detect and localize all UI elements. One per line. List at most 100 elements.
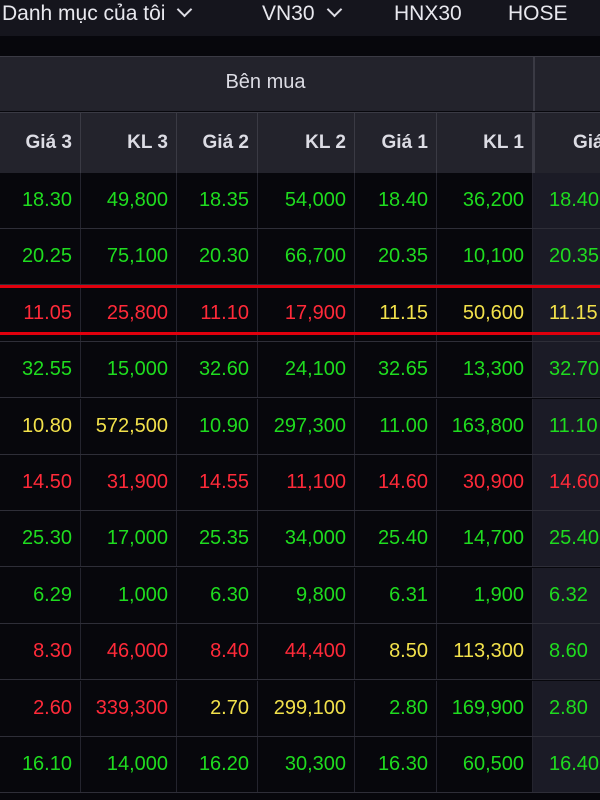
table-row[interactable]: 16.10 14,000 16.20 30,300 16.30 60,500 16.40 [0,737,600,793]
nav-hnx30[interactable]: HNX30 [394,0,462,30]
table-row[interactable]: 25.30 17,000 25.35 34,000 25.40 14,700 25.40 [0,511,600,567]
price-1-cell: 8.50 [355,624,437,679]
price-board-screen: Danh mục của tôi VN30 HNX30 HOSE Bên mua… [0,0,600,800]
volume-3-cell: 49,800 [81,173,177,228]
price-3-cell: 11.05 [0,286,81,341]
table-row[interactable]: 2.60 339,300 2.70 299,100 2.80 169,900 2.80 [0,681,600,737]
price-3-cell: 20.25 [0,229,81,284]
price-3-cell: 2.60 [0,681,81,736]
price-1-cell: 11.15 [355,286,437,341]
price-3-cell: 18.30 [0,173,81,228]
price-next-cell: 6.32 [533,568,600,623]
nav-hose-label: HOSE [508,2,568,25]
volume-1-cell: 113,300 [437,624,533,679]
volume-3-cell: 25,800 [81,286,177,341]
price-next-cell: 25.40 [533,511,600,566]
price-next-cell: 18.40 [533,173,600,228]
price-next-cell: 20.35 [533,229,600,284]
price-2-cell: 25.35 [177,511,258,566]
price-next-cell: 32.70 [533,342,600,397]
volume-3-cell: 75,100 [81,229,177,284]
price-3-cell: 6.29 [0,568,81,623]
volume-2-cell: 34,000 [258,511,355,566]
table-row[interactable]: 18.30 49,800 18.35 54,000 18.40 36,200 18.40 [0,173,600,229]
col-header-price-2[interactable]: Giá 2 [177,113,258,173]
volume-1-cell: 14,700 [437,511,533,566]
price-next-cell: 8.60 [533,624,600,679]
price-next-cell: 11.10 [533,399,600,454]
volume-3-cell: 17,000 [81,511,177,566]
volume-2-cell: 54,000 [258,173,355,228]
col-header-price-1[interactable]: Giá 1 [355,113,437,173]
table-row[interactable]: 14.50 31,900 14.55 11,100 14.60 30,900 14.60 [0,455,600,511]
volume-2-cell: 299,100 [258,681,355,736]
volume-1-cell: 50,600 [437,286,533,341]
volume-3-cell: 46,000 [81,624,177,679]
volume-3-cell: 339,300 [81,681,177,736]
price-2-cell: 20.30 [177,229,258,284]
price-next-cell: 14.60 [533,455,600,510]
price-1-cell: 20.35 [355,229,437,284]
table-row[interactable]: 10.80 572,500 10.90 297,300 11.00 163,800 11.1… [0,399,600,455]
col-header-volume-1[interactable]: KL 1 [437,113,533,173]
volume-2-cell: 17,900 [258,286,355,341]
next-column-group [533,57,600,111]
price-1-cell: 14.60 [355,455,437,510]
price-1-cell: 25.40 [355,511,437,566]
col-header-price-next[interactable]: Giá [533,113,600,173]
price-1-cell: 6.31 [355,568,437,623]
nav-my-watchlist-label: Danh mục của tôi [2,2,166,25]
chevron-down-icon [177,1,193,18]
top-navigation: Danh mục của tôi VN30 HNX30 HOSE [0,0,600,36]
price-2-cell: 16.20 [177,737,258,792]
column-header-row: Giá 3KL 3Giá 2KL 2Giá 1KL 1Giá [0,112,600,173]
buy-side-group-label: Bên mua [225,71,306,93]
price-2-cell: 6.30 [177,568,258,623]
nav-hose[interactable]: HOSE [508,0,568,30]
volume-1-cell: 163,800 [437,399,533,454]
nav-vn30[interactable]: VN30 [262,0,342,30]
volume-2-cell: 11,100 [258,455,355,510]
price-3-cell: 8.30 [0,624,81,679]
volume-2-cell: 297,300 [258,399,355,454]
table-row[interactable]: 20.25 75,100 20.30 66,700 20.35 10,100 20.35 [0,229,600,285]
nav-hnx30-label: HNX30 [394,2,462,25]
col-header-price-3[interactable]: Giá 3 [0,113,81,173]
price-2-cell: 11.10 [177,286,258,341]
volume-1-cell: 169,900 [437,681,533,736]
table-row[interactable]: 11.05 25,800 11.10 17,900 11.15 50,600 11.15 [0,286,600,342]
volume-3-cell: 1,000 [81,568,177,623]
chevron-down-icon [326,1,342,18]
col-header-volume-2[interactable]: KL 2 [258,113,355,173]
nav-my-watchlist[interactable]: Danh mục của tôi [2,0,193,30]
price-next-cell: 11.15 [533,286,600,341]
price-1-cell: 11.00 [355,399,437,454]
volume-3-cell: 15,000 [81,342,177,397]
col-header-volume-3[interactable]: KL 3 [81,113,177,173]
volume-1-cell: 1,900 [437,568,533,623]
price-3-cell: 25.30 [0,511,81,566]
price-1-cell: 32.65 [355,342,437,397]
volume-1-cell: 30,900 [437,455,533,510]
table-row[interactable]: 32.55 15,000 32.60 24,100 32.65 13,300 32.70 [0,342,600,398]
price-2-cell: 14.55 [177,455,258,510]
volume-2-cell: 44,400 [258,624,355,679]
price-3-cell: 32.55 [0,342,81,397]
price-next-cell: 2.80 [533,681,600,736]
volume-3-cell: 14,000 [81,737,177,792]
price-2-cell: 2.70 [177,681,258,736]
price-next-cell: 16.40 [533,737,600,792]
price-2-cell: 18.35 [177,173,258,228]
volume-1-cell: 10,100 [437,229,533,284]
price-2-cell: 10.90 [177,399,258,454]
price-3-cell: 16.10 [0,737,81,792]
volume-3-cell: 31,900 [81,455,177,510]
table-row[interactable]: 8.30 46,000 8.40 44,400 8.50 113,300 8.60 [0,624,600,680]
volume-1-cell: 13,300 [437,342,533,397]
table-row[interactable]: 6.29 1,000 6.30 9,800 6.31 1,900 6.32 [0,568,600,624]
volume-2-cell: 24,100 [258,342,355,397]
volume-2-cell: 66,700 [258,229,355,284]
price-3-cell: 10.80 [0,399,81,454]
price-1-cell: 16.30 [355,737,437,792]
volume-2-cell: 9,800 [258,568,355,623]
